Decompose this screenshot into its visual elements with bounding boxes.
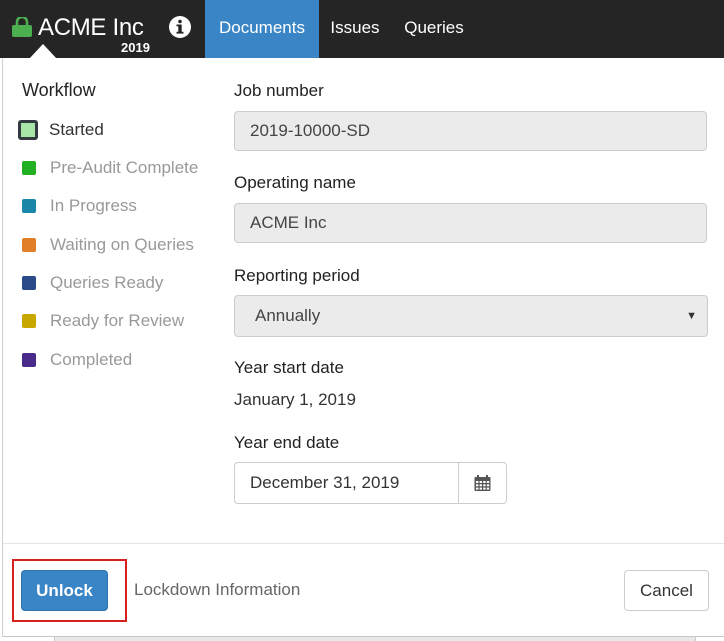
workflow-item-started[interactable]: Started	[18, 118, 104, 142]
company-year: 2019	[121, 40, 150, 55]
company-name[interactable]: ACME Inc	[38, 14, 144, 42]
workflow-item-waiting-on-queries[interactable]: Waiting on Queries	[22, 233, 194, 257]
workflow-item-pre-audit-complete[interactable]: Pre-Audit Complete	[22, 156, 198, 180]
lock-icon	[12, 17, 32, 37]
unlock-button[interactable]: Unlock	[21, 570, 108, 611]
info-icon[interactable]	[168, 15, 192, 39]
reporting-period-value: Annually	[255, 306, 321, 325]
status-swatch	[22, 161, 36, 175]
tab-documents[interactable]: Documents	[205, 0, 319, 58]
workflow-item-label: Started	[49, 120, 104, 139]
year-start-label: Year start date	[234, 358, 344, 377]
year-end-label: Year end date	[234, 433, 340, 452]
status-swatch	[22, 199, 36, 213]
workflow-title: Workflow	[22, 80, 96, 100]
year-start-value: January 1, 2019	[234, 390, 356, 409]
job-number-field: 2019-10000-SD	[234, 111, 707, 151]
reporting-period-label: Reporting period	[234, 266, 360, 285]
popover-pointer	[29, 44, 57, 59]
workflow-item-in-progress[interactable]: In Progress	[22, 194, 137, 218]
workflow-item-ready-for-review[interactable]: Ready for Review	[22, 309, 184, 333]
workflow-item-label: Completed	[50, 350, 133, 369]
workflow-item-label: Queries Ready	[50, 273, 164, 292]
cancel-button[interactable]: Cancel	[624, 570, 709, 611]
operating-name-label: Operating name	[234, 173, 356, 192]
status-swatch	[22, 238, 36, 252]
job-number-label: Job number	[234, 81, 324, 100]
status-swatch	[18, 120, 38, 140]
workflow-item-label: Ready for Review	[50, 311, 185, 330]
workflow-item-label: In Progress	[50, 196, 137, 215]
year-end-date-input[interactable]: December 31, 2019	[234, 462, 459, 504]
workflow-item-label: Waiting on Queries	[50, 235, 194, 254]
workflow-item-completed[interactable]: Completed	[22, 348, 132, 372]
workflow-item-label: Pre-Audit Complete	[50, 158, 199, 177]
workflow-item-queries-ready[interactable]: Queries Ready	[22, 271, 163, 295]
tab-issues[interactable]: Issues	[320, 0, 390, 58]
status-swatch	[22, 353, 36, 367]
top-navbar: ACME Inc 2019 Documents Issues Queries	[0, 0, 724, 59]
status-swatch	[22, 314, 36, 328]
tab-queries[interactable]: Queries	[392, 0, 476, 58]
reporting-period-select[interactable]: Annually ▼	[234, 295, 708, 337]
calendar-icon	[474, 475, 491, 491]
operating-name-field: ACME Inc	[234, 203, 707, 243]
calendar-button[interactable]	[458, 462, 507, 504]
status-swatch	[22, 276, 36, 290]
background-panel	[54, 637, 696, 641]
footer-divider	[3, 543, 724, 544]
caret-down-icon: ▼	[686, 310, 697, 322]
lockdown-information-link[interactable]: Lockdown Information	[134, 580, 300, 600]
